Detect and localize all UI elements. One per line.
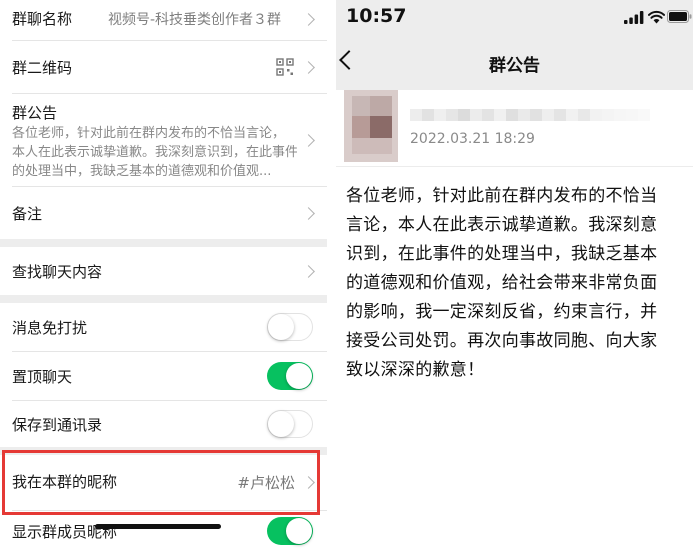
show-nicknames-toggle[interactable] — [267, 517, 313, 545]
remark-label: 备注 — [12, 205, 43, 223]
group-name-label: 群聊名称 — [12, 10, 73, 28]
toggle-knob — [268, 314, 294, 340]
group-name-value: 视频号-科技垂类创作者３群 — [108, 12, 282, 28]
status-time: 10:57 — [346, 5, 407, 27]
notice-line: 接受公司处罚。再次向事故同胞、向大家 — [346, 331, 658, 351]
qr-code-icon — [276, 58, 294, 76]
page-title: 群公告 — [489, 56, 540, 76]
section-gap — [0, 295, 327, 303]
notice-line: 的影响，我一定深刻反省，约束言行，并 — [346, 302, 658, 322]
chevron-right-icon — [302, 265, 315, 278]
sticky-toggle[interactable] — [267, 362, 313, 390]
group-notice-label: 群公告 — [12, 104, 58, 122]
search-chat-row[interactable]: 查找聊天内容 — [0, 247, 327, 295]
mute-label: 消息免打扰 — [12, 319, 88, 337]
save-contacts-label: 保存到通讯录 — [12, 416, 103, 434]
sticky-row: 置顶聊天 — [0, 352, 327, 400]
highlight-box — [2, 450, 320, 515]
home-indicator — [95, 524, 221, 529]
mute-row: 消息免打扰 — [0, 303, 327, 351]
avatar — [344, 90, 398, 162]
status-bar: 10:57 — [336, 0, 693, 34]
notice-line: 的道德观和价值观，给社会带来非常负面 — [346, 273, 658, 293]
wifi-icon — [648, 10, 665, 24]
notice-preview-line: 各位老师，针对此前在群内发布的不恰当言论， — [12, 126, 286, 141]
chevron-right-icon — [302, 134, 315, 147]
divider — [336, 166, 693, 167]
panel-divider — [327, 0, 336, 558]
notice-preview-line: 的处理当中，我缺乏基本的道德观和价值观... — [12, 164, 272, 179]
show-nicknames-row: 显示群成员昵称 — [0, 511, 327, 558]
nav-bar: 群公告 — [336, 34, 693, 90]
section-gap — [0, 239, 327, 247]
group-qr-label: 群二维码 — [12, 59, 73, 77]
save-contacts-row: 保存到通讯录 — [0, 401, 327, 447]
search-chat-label: 查找聊天内容 — [12, 263, 103, 281]
notice-line: 致以深深的歉意！ — [346, 360, 485, 380]
sticky-label: 置顶聊天 — [12, 368, 73, 386]
notice-line: 各位老师，针对此前在群内发布的不恰当 — [346, 186, 658, 206]
notice-preview-line: 本人在此表示诚挚道歉。我深刻意识到，在此事件 — [12, 145, 297, 160]
notice-content: 各位老师，针对此前在群内发布的不恰当 言论，本人在此表示诚挚道歉。我深刻意 识到… — [346, 182, 690, 385]
battery-icon — [667, 10, 692, 23]
remark-row[interactable]: 备注 — [0, 187, 327, 239]
chevron-right-icon — [302, 207, 315, 220]
toggle-knob — [286, 518, 312, 544]
post-date: 2022.03.21 18:29 — [410, 131, 535, 147]
toggle-knob — [268, 411, 294, 437]
mute-toggle[interactable] — [267, 313, 313, 341]
save-contacts-toggle[interactable] — [267, 410, 313, 438]
chat-settings-panel: 群聊名称 视频号-科技垂类创作者３群 群二维码 群公告 各位老师，针对此前在群内… — [0, 0, 327, 558]
chevron-right-icon — [302, 13, 315, 26]
toggle-knob — [286, 363, 312, 389]
notice-line: 识到，在此事件的处理当中，我缺乏基本 — [346, 244, 658, 264]
chevron-right-icon — [302, 61, 315, 74]
group-name-row[interactable]: 群聊名称 视频号-科技垂类创作者３群 — [0, 0, 327, 40]
notice-line: 言论，本人在此表示诚挚道歉。我深刻意 — [346, 215, 658, 235]
group-notice-preview: 各位老师，针对此前在群内发布的不恰当言论， 本人在此表示诚挚道歉。我深刻意识到，… — [12, 124, 297, 181]
group-notice-panel: 10:57 群公告 2022.03.21 18:29 各位老师，针对此前在群内发… — [336, 0, 693, 558]
blurred-author-name — [410, 109, 650, 121]
signal-icon — [624, 11, 644, 24]
